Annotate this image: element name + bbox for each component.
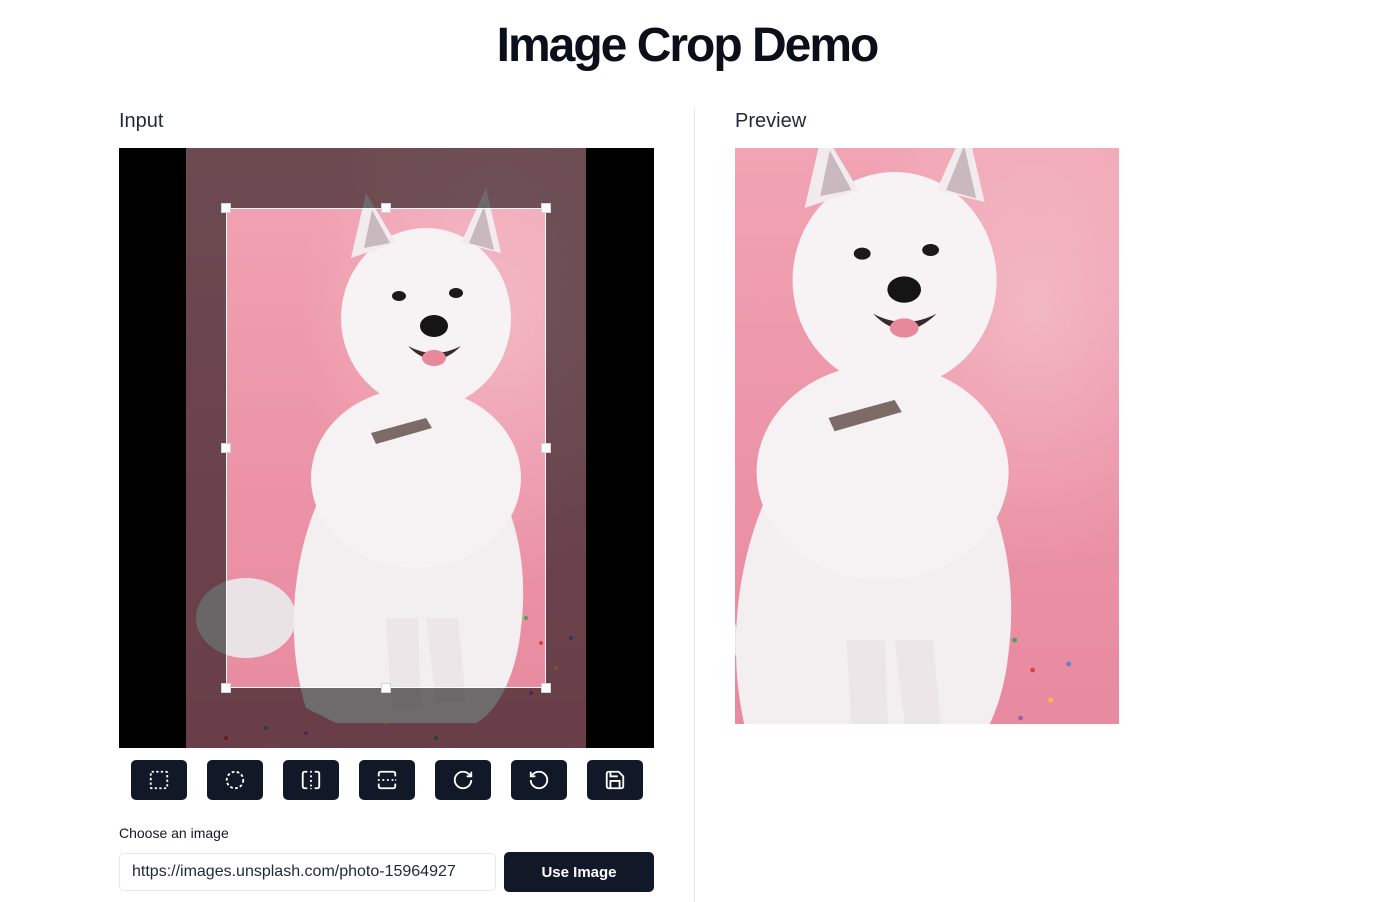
- flip-horizontal-button[interactable]: [283, 760, 339, 800]
- preview-image: [735, 148, 1119, 724]
- page-title: Image Crop Demo: [496, 19, 880, 72]
- flip-horizontal-icon: [301, 770, 321, 790]
- panel-divider: [694, 108, 695, 902]
- rotate-ccw-icon: [529, 770, 549, 790]
- circle-select-icon: [225, 770, 245, 790]
- image-url-input[interactable]: [119, 853, 496, 891]
- crop-overlay-right: [546, 208, 586, 688]
- crop-handle-right[interactable]: [541, 443, 551, 453]
- rectangle-select-icon: [149, 770, 169, 790]
- rotate-left-button[interactable]: [511, 760, 567, 800]
- crop-handle-top[interactable]: [381, 203, 391, 213]
- crop-handle-top-left[interactable]: [221, 203, 231, 213]
- flip-vertical-icon: [377, 770, 397, 790]
- rotate-cw-icon: [453, 770, 473, 790]
- preview-label: Preview: [735, 110, 807, 132]
- crop-handle-bottom-left[interactable]: [221, 683, 231, 693]
- dog-preview-icon: [735, 148, 1071, 724]
- cropped-preview: [735, 148, 1119, 724]
- save-button[interactable]: [587, 760, 643, 800]
- use-image-button[interactable]: Use Image: [504, 852, 654, 892]
- crop-overlay-left: [186, 208, 226, 688]
- crop-handle-top-right[interactable]: [541, 203, 551, 213]
- crop-overlay-top: [186, 148, 586, 208]
- circle-select-button[interactable]: [207, 760, 263, 800]
- crop-overlay-bottom: [186, 688, 586, 748]
- choose-image-label: Choose an image: [119, 825, 229, 841]
- crop-handle-left[interactable]: [221, 443, 231, 453]
- rect-select-button[interactable]: [131, 760, 187, 800]
- flip-vertical-button[interactable]: [359, 760, 415, 800]
- save-icon: [605, 770, 625, 790]
- crop-handle-bottom-right[interactable]: [541, 683, 551, 693]
- rotate-right-button[interactable]: [435, 760, 491, 800]
- image-cropper[interactable]: [119, 148, 654, 748]
- crop-handle-bottom[interactable]: [381, 683, 391, 693]
- input-label: Input: [119, 110, 164, 132]
- crop-selection-box[interactable]: [221, 203, 551, 693]
- crop-toolbar: [131, 760, 643, 800]
